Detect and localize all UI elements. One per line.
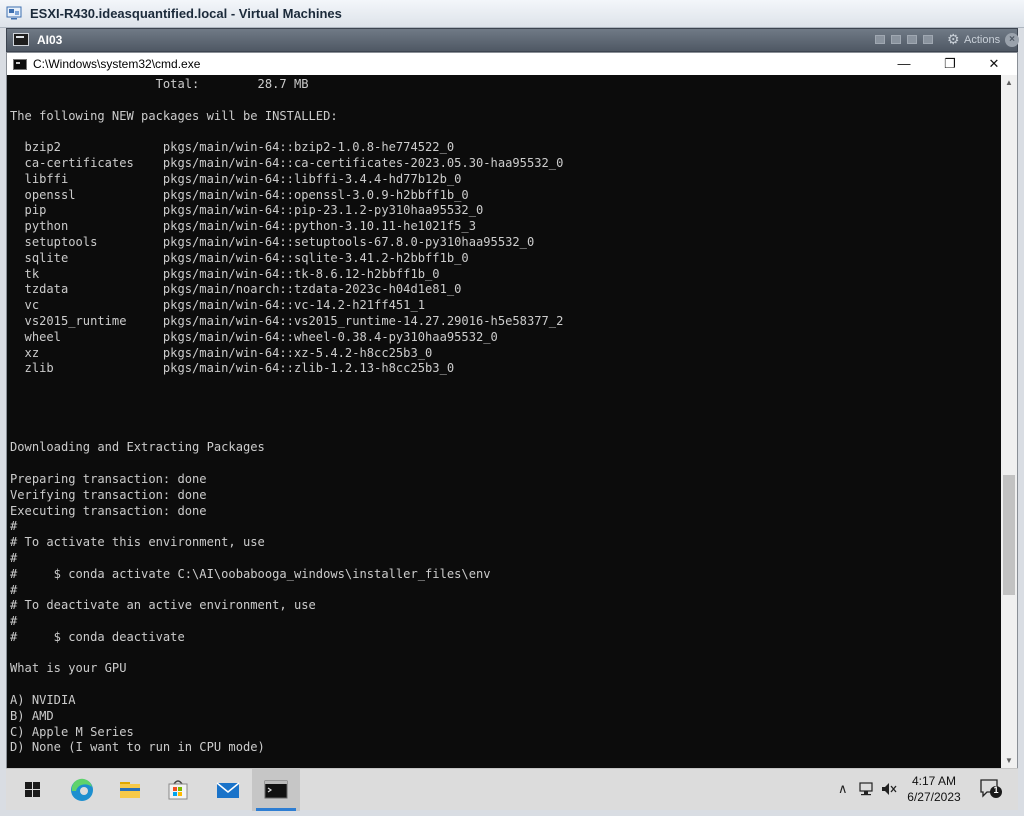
actions-button[interactable]: Actions bbox=[964, 34, 1000, 46]
console-line: vs2015_runtime pkgs/main/win-64::vs2015_… bbox=[10, 313, 564, 328]
gear-icon[interactable]: ⚙ bbox=[947, 31, 960, 48]
cmd-window: C:\Windows\system32\cmd.exe — ❐ ✕ Total:… bbox=[6, 52, 1018, 810]
scroll-down-icon[interactable]: ▼ bbox=[1001, 753, 1017, 769]
console-line: pip pkgs/main/win-64::pip-23.1.2-py310ha… bbox=[10, 203, 484, 218]
scroll-thumb[interactable] bbox=[1003, 475, 1015, 595]
console-line: # bbox=[10, 614, 18, 629]
scroll-up-icon[interactable]: ▲ bbox=[1001, 75, 1017, 91]
console-line: # bbox=[10, 519, 18, 534]
console-line: C) Apple M Series bbox=[10, 724, 134, 739]
maximize-button[interactable]: ❐ bbox=[927, 53, 973, 75]
close-button[interactable]: ✕ bbox=[971, 53, 1017, 75]
console-line: openssl pkgs/main/win-64::openssl-3.0.9-… bbox=[10, 187, 469, 202]
mail-button[interactable] bbox=[204, 769, 252, 811]
file-explorer-button[interactable] bbox=[106, 769, 154, 811]
cmd-icon bbox=[13, 59, 27, 70]
terminal-icon bbox=[264, 780, 288, 799]
notification-count: 1 bbox=[993, 785, 999, 795]
clock-time: 4:17 AM bbox=[911, 774, 957, 788]
notification-button[interactable]: 1 bbox=[978, 777, 1004, 801]
console-text: Total: 28.7 MB The following NEW package… bbox=[7, 75, 1001, 769]
cmd-taskbar-button[interactable] bbox=[252, 769, 300, 811]
console-line: A) NVIDIA bbox=[10, 693, 76, 708]
console-line: zlib pkgs/main/win-64::zlib-1.2.13-h8cc2… bbox=[10, 361, 455, 376]
console-line: What is your GPU bbox=[10, 661, 127, 676]
store-icon bbox=[168, 780, 188, 800]
host-title-bar: ESXI-R430.ideasquantified.local - Virtua… bbox=[0, 0, 1024, 28]
console-line: B) AMD bbox=[10, 708, 54, 723]
console-line: Executing transaction: done bbox=[10, 503, 207, 518]
cmd-title-bar[interactable]: C:\Windows\system32\cmd.exe — ❐ ✕ bbox=[7, 53, 1017, 76]
console-line: wheel pkgs/main/win-64::wheel-0.38.4-py3… bbox=[10, 329, 498, 344]
clock-date: 6/27/2023 bbox=[907, 790, 961, 804]
vm-ctrl-3-icon[interactable] bbox=[907, 35, 917, 44]
console-line: tzdata pkgs/main/noarch::tzdata-2023c-h0… bbox=[10, 282, 462, 297]
console-line: # bbox=[10, 582, 18, 597]
folder-icon bbox=[120, 782, 140, 798]
console-line: libffi pkgs/main/win-64::libffi-3.4.4-hd… bbox=[10, 171, 462, 186]
console-line: Verifying transaction: done bbox=[10, 487, 207, 502]
vm-ctrl-4-icon[interactable] bbox=[923, 35, 933, 44]
console-line: # bbox=[10, 550, 18, 565]
vm-name: AI03 bbox=[37, 33, 63, 47]
console-line: sqlite pkgs/main/win-64::sqlite-3.41.2-h… bbox=[10, 250, 469, 265]
mail-icon bbox=[216, 782, 240, 798]
console-line: # To deactivate an active environment, u… bbox=[10, 598, 316, 613]
store-button[interactable] bbox=[154, 769, 202, 811]
console-line: setuptools pkgs/main/win-64::setuptools-… bbox=[10, 234, 535, 249]
notification-icon bbox=[980, 779, 1002, 798]
console-line: vc pkgs/main/win-64::vc-14.2-h21ff451_1 bbox=[10, 298, 426, 313]
console-line: tk pkgs/main/win-64::tk-8.6.12-h2bbff1b_… bbox=[10, 266, 440, 281]
host-title: ESXI-R430.ideasquantified.local - Virtua… bbox=[30, 6, 342, 21]
network-icon[interactable] bbox=[858, 781, 876, 797]
console-line: # $ conda deactivate bbox=[10, 629, 185, 644]
vm-host-icon bbox=[6, 6, 22, 20]
console-line: Downloading and Extracting Packages bbox=[10, 440, 265, 455]
minimize-button[interactable]: — bbox=[881, 53, 927, 75]
start-button[interactable] bbox=[8, 769, 56, 811]
vm-ctrl-2-icon[interactable] bbox=[891, 35, 901, 44]
edge-button[interactable] bbox=[58, 769, 106, 811]
console-line: D) None (I want to run in CPU mode) bbox=[10, 740, 265, 755]
console-line: # $ conda activate C:\AI\oobabooga_windo… bbox=[10, 566, 491, 581]
taskbar: ∧ 4:17 AM 6/27/2023 1 bbox=[6, 768, 1018, 811]
console-line: python pkgs/main/win-64::python-3.10.11-… bbox=[10, 219, 476, 234]
vm-ctrl-1-icon[interactable] bbox=[875, 35, 885, 44]
vm-close-icon[interactable]: × bbox=[1005, 33, 1019, 47]
console-output[interactable]: Total: 28.7 MB The following NEW package… bbox=[7, 75, 1001, 769]
console-line: # To activate this environment, use bbox=[10, 535, 265, 550]
console-scrollbar[interactable]: ▲ ▼ bbox=[1001, 75, 1017, 769]
console-line: ca-certificates pkgs/main/win-64::ca-cer… bbox=[10, 155, 564, 170]
windows-logo-icon bbox=[25, 782, 40, 797]
console-icon bbox=[13, 33, 29, 46]
cmd-title: C:\Windows\system32\cmd.exe bbox=[33, 57, 201, 71]
taskbar-clock[interactable]: 4:17 AM 6/27/2023 bbox=[894, 773, 974, 805]
console-line: xz pkgs/main/win-64::xz-5.4.2-h8cc25b3_0 bbox=[10, 345, 433, 360]
console-line: The following NEW packages will be INSTA… bbox=[10, 108, 338, 123]
vm-console-bar: AI03 ⚙ Actions × bbox=[6, 28, 1019, 52]
console-line: Total: 28.7 MB bbox=[10, 77, 309, 91]
console-line: Preparing transaction: done bbox=[10, 471, 207, 486]
tray-chevron-icon[interactable]: ∧ bbox=[838, 781, 848, 797]
edge-icon bbox=[71, 778, 93, 801]
console-line: bzip2 pkgs/main/win-64::bzip2-1.0.8-he77… bbox=[10, 140, 455, 155]
